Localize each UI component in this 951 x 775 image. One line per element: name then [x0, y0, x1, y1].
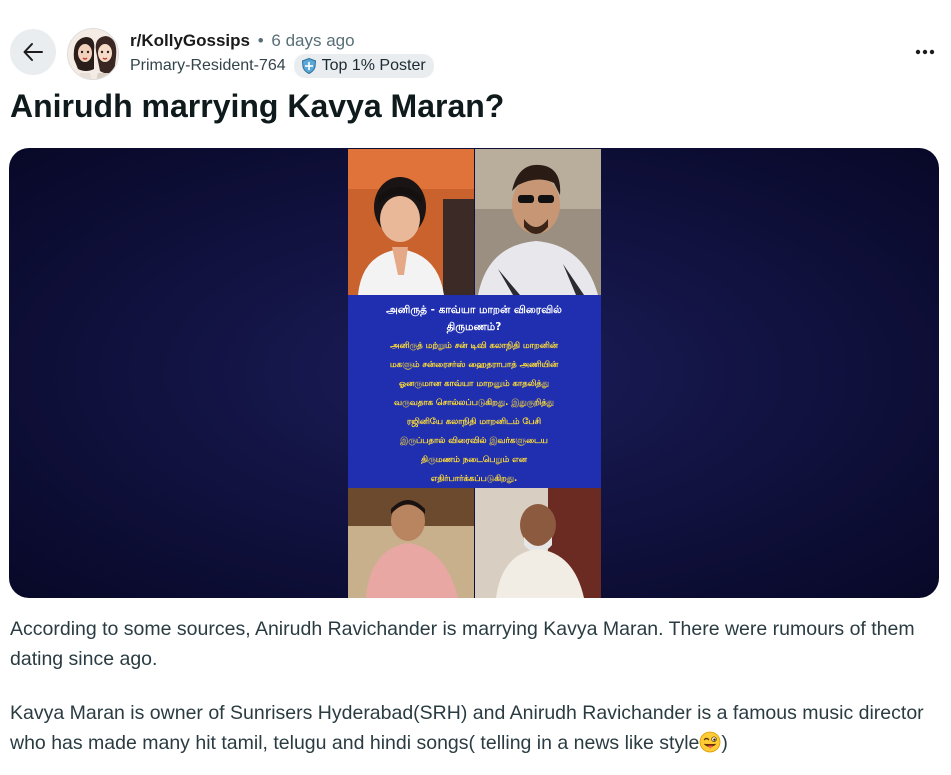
arrow-left-icon: [23, 43, 43, 61]
post-header: r/KollyGossips • 6 days ago Primary-Resi…: [0, 0, 951, 86]
body-paragraph-2-text: Kavya Maran is owner of Sunrisers Hydera…: [10, 702, 924, 754]
post-body: According to some sources, Anirudh Ravic…: [10, 614, 935, 775]
body-closing-paren: ): [721, 732, 728, 754]
user-flair-badge: Top 1% Poster: [293, 54, 434, 78]
more-horizontal-icon: [915, 49, 935, 55]
poster-text-line: இருப்பதால் விரைவில் இவர்களுடைய: [399, 435, 548, 446]
poster-headline-line1: அனிருத் - காவ்யா மாறன் விரைவில்: [386, 304, 562, 317]
poster-text-line: ரஜினியே கலாநிதி மாறனிடம் பேசி: [407, 416, 541, 427]
shield-badge-icon: [301, 57, 316, 75]
poster-text-line: மகளும் சன்ரைசர்ஸ் ஹைதராபாத் அணியின்: [390, 359, 558, 370]
body-paragraph-1: According to some sources, Anirudh Ravic…: [10, 618, 915, 670]
news-poster-image: அனிருத் - காவ்யா மாறன் விரைவில் திருமணம்…: [348, 149, 601, 598]
subreddit-link[interactable]: r/KollyGossips: [130, 31, 250, 50]
more-options-button[interactable]: [913, 40, 937, 64]
back-button[interactable]: [10, 29, 56, 75]
author-line: Primary-Resident-764 Top 1% Poster: [130, 54, 434, 78]
body-paragraph-2: Kavya Maran is owner of Sunrisers Hydera…: [10, 698, 935, 758]
poster-text-line: திருமணம் நடைபெறும் என: [420, 454, 527, 465]
poster-text-line: அனிருத் மற்றும் சன் டிவி கலாநிதி மாறனின்: [390, 340, 558, 351]
poster-headline-line2: திருமணம்?: [447, 321, 502, 334]
post-meta: r/KollyGossips • 6 days ago: [130, 31, 355, 51]
post-timestamp: 6 days ago: [271, 31, 355, 50]
post-title[interactable]: Anirudh marrying Kavya Maran?: [10, 86, 504, 126]
author-link[interactable]: Primary-Resident-764: [130, 55, 286, 77]
poster-text-line: ஓனருமான காவ்யா மாறனும் காதலித்து: [399, 378, 549, 389]
meta-separator: •: [257, 31, 264, 50]
poster-text-line: எதிர்பார்க்கப்படுகிறது.: [431, 473, 517, 484]
post-image-container[interactable]: அனிருத் - காவ்யா மாறன் விரைவில் திருமணம்…: [9, 148, 939, 598]
flair-label: Top 1% Poster: [321, 57, 426, 74]
tongue-wink-emoji-icon: [699, 731, 721, 753]
subreddit-avatar[interactable]: [67, 28, 119, 80]
